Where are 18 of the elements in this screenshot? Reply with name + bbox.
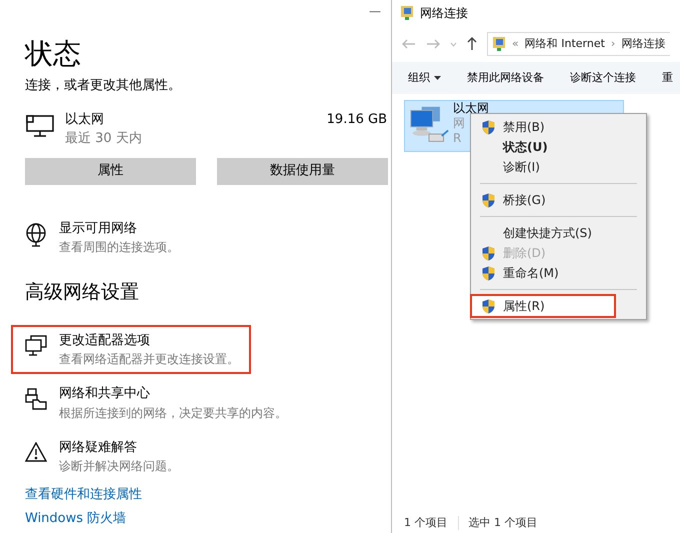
section-heading: 高级网络设置	[25, 280, 139, 305]
option-description: 诊断并解决网络问题。	[59, 458, 179, 475]
item-detail: 网	[453, 116, 465, 131]
item-name: 以太网	[453, 101, 489, 116]
breadcrumb-separator: ›	[610, 36, 616, 52]
option-description: 查看周围的连接选项。	[59, 239, 179, 256]
option-description: 根据所连接到的网络，决定要共享的内容。	[59, 404, 287, 422]
breadcrumb-separator: «	[512, 36, 519, 52]
window-title: 网络连接	[420, 5, 468, 22]
page-title: 状态	[25, 36, 81, 72]
item-detail: R	[453, 131, 462, 146]
option-description: 查看网络适配器并更改连接设置。	[59, 351, 239, 368]
connection-period: 最近 30 天内	[65, 130, 142, 148]
status-text: 选中 1 个项目	[468, 514, 538, 531]
status-text: 1 个项目	[404, 514, 448, 531]
subtitle: 连接，或者更改其他属性。	[25, 77, 181, 95]
data-usage: 19.16 GB	[326, 110, 387, 128]
connection-name: 以太网	[65, 110, 104, 128]
